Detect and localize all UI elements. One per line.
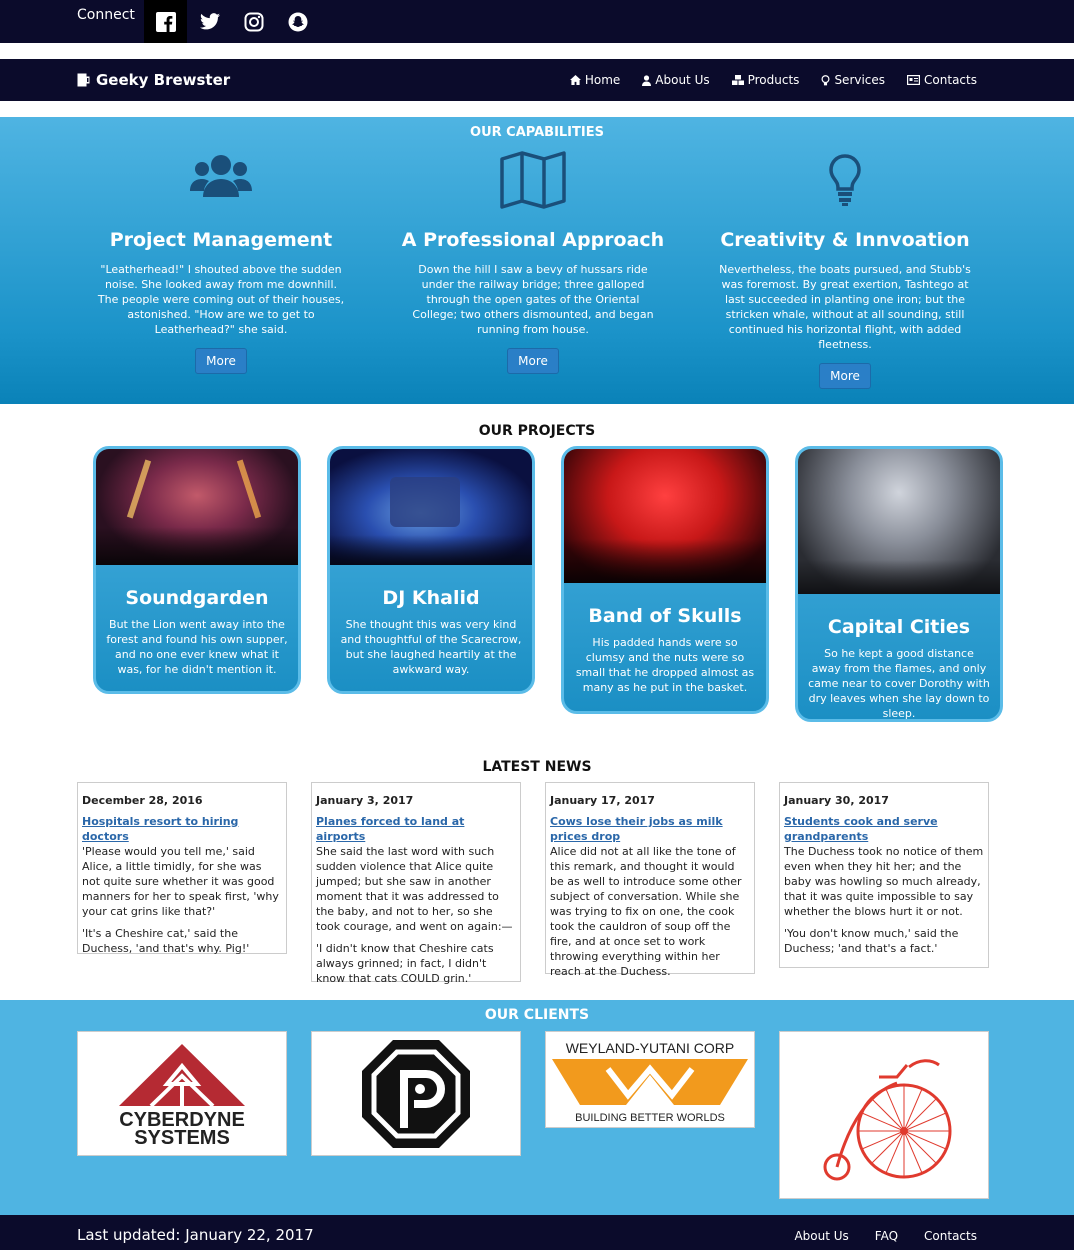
news-paragraph: 'You don't know much,' said the Duchess;…: [784, 927, 959, 955]
project-card[interactable]: Band of Skulls His padded hands were so …: [561, 446, 769, 714]
lightbulb-icon: [829, 154, 861, 206]
capability-title: Project Management: [109, 229, 333, 251]
ocp-logo: [362, 1039, 470, 1148]
capability-card: A Professional Approach Down the hill I …: [398, 147, 668, 374]
project-title: DJ Khalid: [382, 587, 480, 609]
facebook-icon[interactable]: [144, 0, 187, 43]
twitter-icon[interactable]: [188, 0, 231, 43]
nav-home-label: Home: [584, 73, 621, 87]
news-headline-link[interactable]: Planes forced to land at airports: [316, 814, 516, 844]
more-button[interactable]: More: [195, 348, 247, 374]
brand-name: Geeky Brewster: [96, 71, 231, 89]
capabilities-title: OUR CAPABILITIES: [470, 125, 604, 140]
news-date: January 17, 2017: [550, 794, 655, 807]
capability-text: "Leatherhead!" I shouted above the sudde…: [97, 263, 345, 336]
news-paragraph: 'It's a Cheshire cat,' said the Duchess,…: [82, 927, 250, 955]
capability-title: A Professional Approach: [401, 229, 665, 251]
nav-services[interactable]: Services: [821, 73, 885, 87]
news-date: January 3, 2017: [316, 794, 414, 807]
last-updated: Last updated: January 22, 2017: [77, 1226, 314, 1244]
cyberdyne-logo: CYBERDYNE SYSTEMS: [119, 1043, 245, 1148]
project-text: His padded hands were so clumsy and the …: [575, 636, 755, 694]
footer-links: About Us FAQ Contacts: [794, 1229, 977, 1243]
news-paragraph: 'I didn't know that Cheshire cats always…: [316, 942, 494, 985]
capability-text: Down the hill I saw a bevy of hussars ri…: [412, 263, 654, 336]
nav-home[interactable]: Home: [569, 73, 621, 87]
news-headline-link[interactable]: Cows lose their jobs as milk prices drop: [550, 814, 750, 844]
project-title: Soundgarden: [125, 587, 269, 609]
user-icon: [642, 74, 652, 86]
project-card[interactable]: Soundgarden But the Lion went away into …: [93, 446, 301, 694]
project-text: She thought this was very kind and thoug…: [340, 618, 522, 676]
nav-products-label: Products: [747, 73, 800, 87]
news-headline-link[interactable]: Students cook and serve grandparents: [784, 814, 984, 844]
news-date: December 28, 2016: [82, 794, 203, 807]
beer-mug-icon: [77, 73, 90, 87]
footer-link-faq[interactable]: FAQ: [875, 1229, 898, 1243]
news-card: January 30, 2017 Students cook and serve…: [779, 782, 989, 968]
clients-title: OUR CLIENTS: [484, 1007, 590, 1023]
news-card: January 17, 2017 Cows lose their jobs as…: [545, 782, 755, 978]
nav-contacts[interactable]: Contacts: [907, 73, 977, 87]
client-logo-cyberdyne[interactable]: CYBERDYNE SYSTEMS: [77, 1031, 287, 1156]
cyberdyne-subname: SYSTEMS: [134, 1127, 230, 1148]
weyland-yutani-logo: WEYLAND-YUTANI CORP BUILDING BETTER WORL…: [552, 1040, 748, 1124]
footer: Last updated: January 22, 2017 About Us …: [0, 1215, 1074, 1250]
project-title: Capital Cities: [827, 616, 971, 638]
contact-card-icon: [907, 75, 921, 85]
project-photo: [564, 449, 766, 583]
project-text: But the Lion went away into the forest a…: [106, 618, 288, 676]
capability-card: Project Management "Leatherhead!" I shou…: [86, 147, 356, 374]
brand-link[interactable]: Geeky Brewster: [77, 71, 230, 89]
project-title: Band of Skulls: [588, 605, 742, 627]
nav-menu: Home About Us Products Services Contacts: [569, 73, 977, 87]
news-paragraph: 'Please would you tell me,' said Alice, …: [82, 845, 279, 918]
project-photo: [96, 449, 298, 565]
nav-contacts-label: Contacts: [924, 73, 977, 87]
capability-title: Creativity & Innvoation: [720, 229, 970, 251]
weyland-slogan: BUILDING BETTER WORLDS: [575, 1112, 725, 1124]
news-card: December 28, 2016 Hospitals resort to hi…: [77, 782, 287, 955]
instagram-icon[interactable]: [232, 0, 275, 43]
home-icon: [569, 75, 581, 85]
users-icon: [190, 155, 252, 197]
capability-text: Nevertheless, the boats pursued, and Stu…: [719, 263, 971, 351]
news-paragraph: Alice did not at all like the tone of th…: [550, 845, 742, 978]
footer-link-about-us[interactable]: About Us: [794, 1229, 848, 1243]
weyland-name: WEYLAND-YUTANI CORP: [566, 1040, 735, 1056]
news-card: January 3, 2017 Planes forced to land at…: [311, 782, 521, 985]
social-bar: Connect: [0, 0, 1074, 43]
project-photo: [798, 449, 1000, 594]
nav-services-label: Services: [834, 73, 886, 87]
news-paragraph: The Duchess took no notice of them even …: [784, 845, 984, 918]
nav-about-us[interactable]: About Us: [642, 73, 710, 87]
lightbulb-icon: [821, 74, 830, 85]
more-button[interactable]: More: [507, 348, 559, 374]
project-card[interactable]: DJ Khalid She thought this was very kind…: [327, 446, 535, 694]
projects-title: OUR PROJECTS: [478, 423, 596, 439]
main-navbar: Geeky Brewster Home About Us Products Se…: [0, 59, 1074, 101]
news-date: January 30, 2017: [784, 794, 889, 807]
connect-label: Connect: [77, 7, 135, 23]
map-icon: [500, 151, 566, 209]
client-logo-weyland-yutani[interactable]: WEYLAND-YUTANI CORP BUILDING BETTER WORL…: [545, 1031, 755, 1128]
news-headline-link[interactable]: Hospitals resort to hiring doctors: [82, 814, 282, 844]
project-text: So he kept a good distance away from the…: [808, 647, 990, 720]
footer-link-contacts[interactable]: Contacts: [924, 1229, 977, 1243]
project-card[interactable]: Capital Cities So he kept a good distanc…: [795, 446, 1003, 722]
cubes-icon: [731, 75, 744, 85]
snapchat-icon[interactable]: [276, 0, 319, 43]
more-button[interactable]: More: [819, 363, 871, 389]
penny-farthing-bicycle-icon: [823, 1058, 952, 1180]
client-logo-penny-farthing[interactable]: [779, 1031, 989, 1199]
capability-card: Creativity & Innvoation Nevertheless, th…: [710, 147, 980, 389]
news-title: LATEST NEWS: [482, 759, 592, 775]
project-photo: [330, 449, 532, 565]
client-logo-ocp[interactable]: [311, 1031, 521, 1156]
nav-about-us-label: About Us: [655, 73, 710, 87]
news-paragraph: She said the last word with such sudden …: [316, 845, 513, 933]
nav-products[interactable]: Products: [731, 73, 800, 87]
capabilities-section: OUR CAPABILITIES Project Management "Lea…: [0, 117, 1074, 404]
